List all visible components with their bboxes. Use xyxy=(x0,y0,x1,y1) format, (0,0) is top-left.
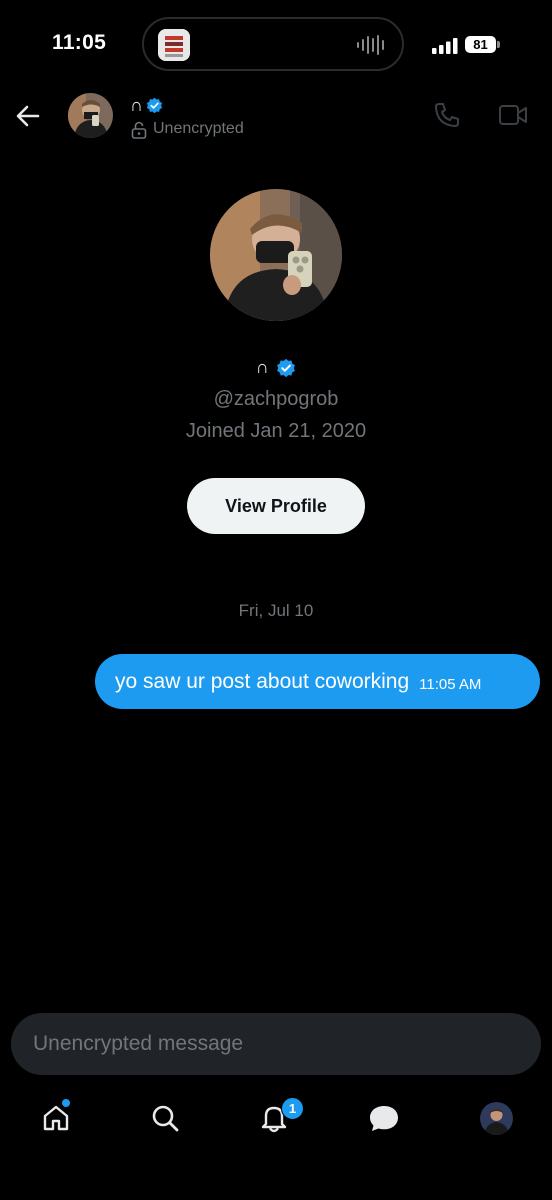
view-profile-button[interactable]: View Profile xyxy=(187,478,365,534)
profile-avatar xyxy=(479,1101,513,1135)
video-camera-icon xyxy=(499,105,527,125)
back-arrow-icon xyxy=(16,105,40,127)
messages-icon xyxy=(370,1106,398,1131)
profile-name-row: ∩ xyxy=(0,357,552,378)
lock-open-icon xyxy=(131,121,147,144)
profile-name: ∩ xyxy=(255,357,269,377)
battery-icon: 81 xyxy=(465,36,496,53)
audio-wave-icon xyxy=(356,35,386,60)
date-separator: Fri, Jul 10 xyxy=(238,601,314,620)
video-call-button[interactable] xyxy=(498,103,528,132)
verified-badge-icon xyxy=(277,358,296,377)
call-button[interactable] xyxy=(433,101,461,134)
encryption-status: Unencrypted xyxy=(153,120,244,137)
message-time: 11:05 AM xyxy=(419,676,482,693)
profile-joined-date: Joined Jan 21, 2020 xyxy=(185,420,367,442)
battery-nub xyxy=(497,41,500,48)
tab-home[interactable] xyxy=(36,1098,76,1138)
message-input[interactable]: Unencrypted message xyxy=(11,1013,541,1075)
header-avatar[interactable] xyxy=(68,93,113,138)
message-text: yo saw ur post about coworking xyxy=(115,669,410,693)
tab-messages[interactable] xyxy=(364,1098,404,1138)
search-icon xyxy=(152,1105,179,1132)
notification-count-badge: 1 xyxy=(281,1097,304,1120)
tab-search[interactable] xyxy=(145,1098,185,1138)
header-name[interactable]: ∩ xyxy=(130,95,143,116)
profile-handle: @zachpogrob xyxy=(213,388,339,410)
home-unread-dot xyxy=(62,1099,70,1107)
app-thumbnail-icon xyxy=(158,29,190,61)
signal-icon xyxy=(432,38,458,59)
verified-badge-icon xyxy=(146,97,163,119)
tab-profile[interactable] xyxy=(476,1098,516,1138)
outgoing-message-bubble[interactable]: yo saw ur post about coworking 11:05 AM xyxy=(95,654,540,709)
dynamic-island[interactable] xyxy=(142,17,404,71)
status-time: 11:05 xyxy=(52,31,107,54)
phone-icon xyxy=(435,103,459,127)
profile-avatar-large[interactable] xyxy=(210,189,342,321)
back-button[interactable] xyxy=(14,102,42,130)
message-input-placeholder: Unencrypted message xyxy=(33,1032,244,1055)
